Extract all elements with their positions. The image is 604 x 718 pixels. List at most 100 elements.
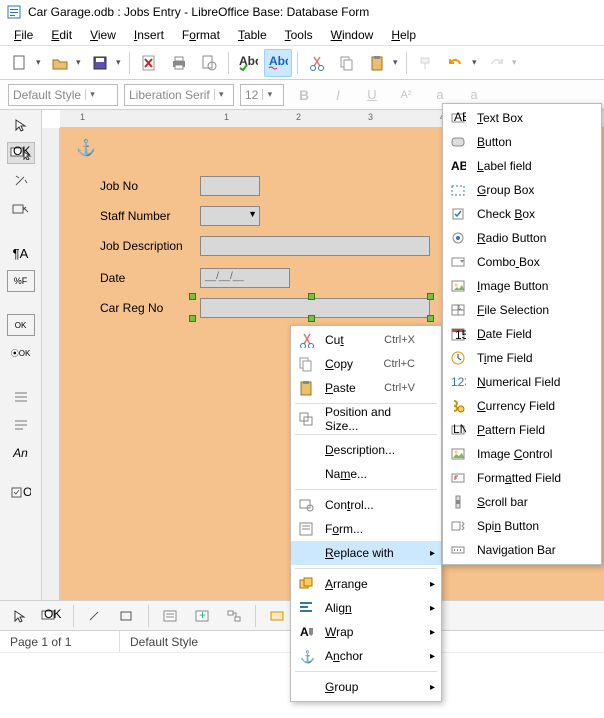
menu-item-pattern-field[interactable]: LNPattern Field [443,418,601,442]
form-wizard-icon[interactable] [7,198,35,220]
btm-form-icon[interactable] [113,602,141,630]
menu-edit[interactable]: Edit [43,26,80,44]
list-icon[interactable] [7,386,35,408]
menu-item-group-box[interactable]: Group Box [443,178,601,202]
pdf-icon[interactable] [135,49,163,77]
select-icon[interactable] [6,602,34,630]
font-name-combo[interactable]: Liberation Serif▾ [124,84,234,106]
menu-item-label: Anchor [325,649,415,663]
menu-item-navigation-bar[interactable]: Navigation Bar [443,538,601,562]
percent-format-icon[interactable]: %F [7,270,35,292]
menu-item-paste[interactable]: PasteCtrl+V [291,376,441,400]
menu-item-formatted-field[interactable]: Formatted Field [443,466,601,490]
menu-item-radio-button[interactable]: Radio Button [443,226,601,250]
field-input[interactable]: ▼ [200,206,260,226]
checkbox-rail-icon[interactable]: OK [7,482,35,504]
selection-handle[interactable] [308,315,315,322]
menu-item-image-button[interactable]: Image Button [443,274,601,298]
menu-item-cut[interactable]: CutCtrl+X [291,328,441,352]
menu-item-time-field[interactable]: Time Field [443,346,601,370]
ruler-vertical[interactable] [42,128,60,600]
italic-icon[interactable]: I [324,81,352,109]
menu-item-align[interactable]: Align▸ [291,596,441,620]
spellcheck-icon[interactable]: Abc [234,49,262,77]
menu-item-arrange[interactable]: Arrange▸ [291,572,441,596]
menu-item-file-selection[interactable]: File Selection [443,298,601,322]
add-field-icon[interactable]: + [188,602,216,630]
field-input[interactable] [200,236,430,256]
menu-item-numerical-field[interactable]: 123Numerical Field [443,370,601,394]
selection-handle[interactable] [308,293,315,300]
list2-icon[interactable] [7,414,35,436]
tab-order-icon[interactable] [220,602,248,630]
menu-item-image-control[interactable]: Image Control [443,442,601,466]
print-icon[interactable] [165,49,193,77]
menu-item-description-[interactable]: Description... [291,438,441,462]
menu-item-copy[interactable]: CopyCtrl+C [291,352,441,376]
menu-item-spin-button[interactable]: Spin Button [443,514,601,538]
redo-icon[interactable] [482,49,510,77]
menu-item-label-field[interactable]: ABCLabel field [443,154,601,178]
underline-icon[interactable]: U [358,81,386,109]
menu-item-wrap[interactable]: AWrap▸ [291,620,441,644]
menu-item-group[interactable]: Group▸ [291,675,441,699]
labelfield-icon: ABC [447,155,469,177]
btm-control-icon[interactable] [81,602,109,630]
selection-handle[interactable] [427,293,434,300]
char-format-icon[interactable]: ¶A [7,242,35,264]
copy-icon[interactable] [333,49,361,77]
menu-table[interactable]: Table [230,26,275,44]
menu-item-name-[interactable]: Name... [291,462,441,486]
undo-icon[interactable] [442,49,470,77]
menu-help[interactable]: Help [383,26,424,44]
menu-tools[interactable]: Tools [277,26,321,44]
field-input[interactable]: __/__/__ [200,268,290,288]
field-input[interactable] [200,298,430,318]
menu-item-text-box[interactable]: ABCText Box [443,106,601,130]
menu-item-position-and-size-[interactable]: Position and Size... [291,407,441,431]
paragraph-style-combo[interactable]: Default Style▾ [8,84,118,106]
field-input[interactable] [200,176,260,196]
svg-text:123: 123 [451,375,466,389]
bold-icon[interactable]: B [290,81,318,109]
ok-box2-icon[interactable]: ⦿OK [7,342,35,364]
selection-handle[interactable] [427,315,434,322]
open-design-icon[interactable] [263,602,291,630]
button-icon [447,131,469,153]
control-wizard-icon[interactable] [7,170,35,192]
format-paint-icon[interactable] [412,49,440,77]
open-icon[interactable] [46,49,74,77]
preview-icon[interactable] [195,49,223,77]
design-mode-icon[interactable]: OK [38,602,66,630]
ok-box-icon[interactable]: OK [7,314,35,336]
cut-icon[interactable] [303,49,331,77]
save-icon[interactable] [86,49,114,77]
blank-icon [295,463,317,485]
menu-item-anchor[interactable]: ⚓Anchor▸ [291,644,441,668]
menu-insert[interactable]: Insert [126,26,172,44]
superscript-icon[interactable]: A² [392,81,420,109]
menu-view[interactable]: View [82,26,124,44]
menu-item-combo-box[interactable]: Combo Box [443,250,601,274]
an-icon[interactable]: An [7,442,35,464]
selection-handle[interactable] [189,315,196,322]
menu-item-scroll-bar[interactable]: Scroll bar [443,490,601,514]
menu-item-replace-with[interactable]: Replace with▸ [291,541,441,565]
font-size-combo[interactable]: 12▾ [240,84,284,106]
form-design-icon[interactable]: OK [7,142,35,164]
menu-item-date-field[interactable]: 15Date Field [443,322,601,346]
menu-item-check-box[interactable]: Check Box [443,202,601,226]
nav-form-icon[interactable] [156,602,184,630]
menu-window[interactable]: Window [323,26,382,44]
pointer-icon[interactable] [7,114,35,136]
new-icon[interactable] [6,49,34,77]
menu-item-control-[interactable]: Control... [291,493,441,517]
menu-item-currency-field[interactable]: Currency Field [443,394,601,418]
menu-format[interactable]: Format [174,26,228,44]
selection-handle[interactable] [189,293,196,300]
menu-item-form-[interactable]: Form... [291,517,441,541]
menu-file[interactable]: File [6,26,41,44]
autospell-icon[interactable]: Abc [264,49,292,77]
menu-item-button[interactable]: Button [443,130,601,154]
paste-icon[interactable] [363,49,391,77]
